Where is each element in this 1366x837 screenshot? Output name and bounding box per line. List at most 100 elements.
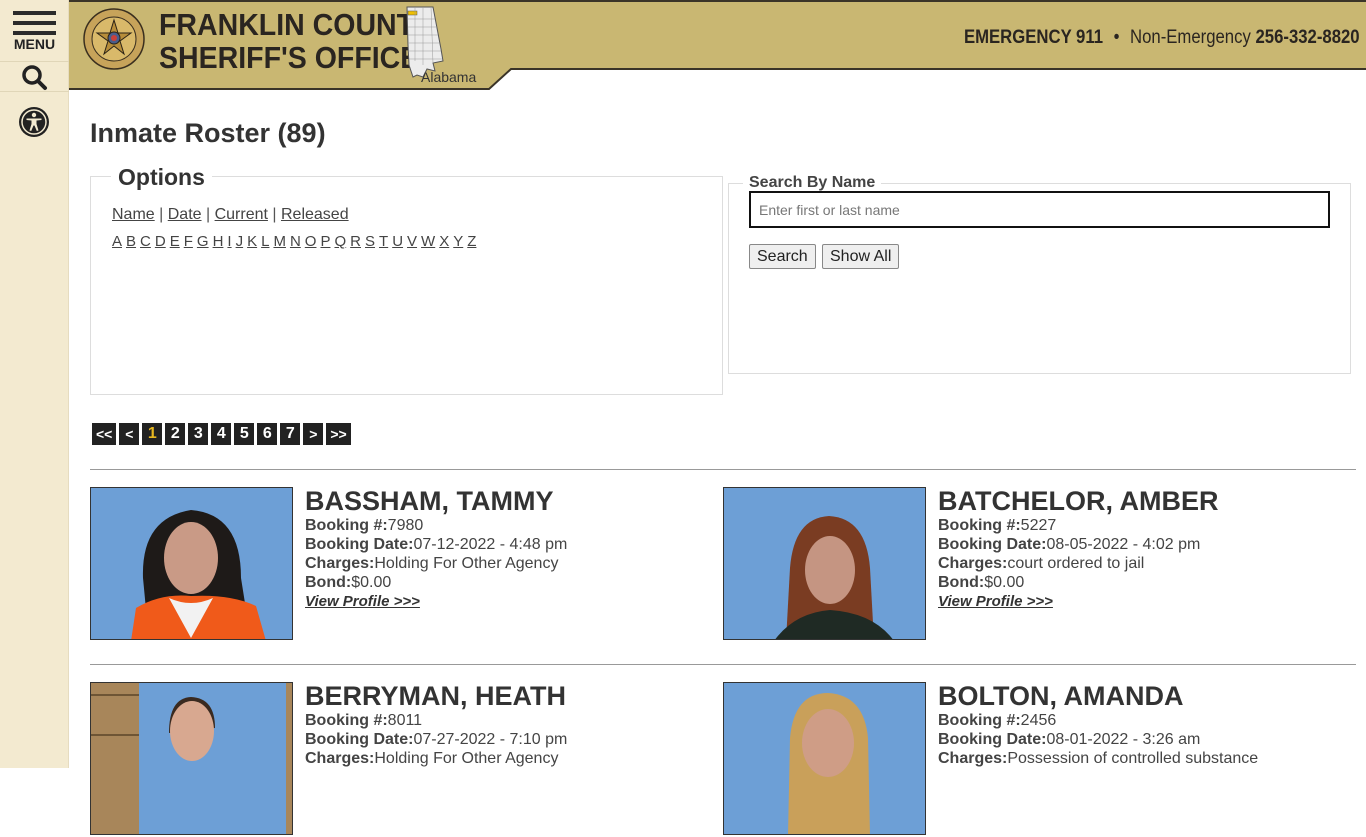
site-title-line1: FRANKLIN COUNTY: [159, 7, 434, 42]
charges-value: Possession of controlled substance: [1007, 750, 1259, 767]
page-button-2[interactable]: 2: [165, 423, 186, 445]
alpha-filter-z[interactable]: Z: [467, 233, 476, 250]
next-page-button[interactable]: >: [303, 423, 324, 445]
prev-page-button[interactable]: <: [119, 423, 140, 445]
inmate-card: BASSHAM, TAMMY Booking #:7980 Booking Da…: [90, 486, 710, 642]
inmate-name[interactable]: BASSHAM, TAMMY: [305, 486, 567, 516]
inmate-card: BATCHELOR, AMBER Booking #:5227 Booking …: [723, 486, 1343, 642]
emergency-number[interactable]: EMERGENCY 911: [964, 27, 1103, 48]
alpha-filter-p[interactable]: P: [320, 233, 330, 250]
inmate-photo[interactable]: [90, 487, 293, 640]
non-emergency-phone[interactable]: 256-332-8820: [1256, 27, 1360, 48]
last-page-button[interactable]: >>: [326, 423, 351, 445]
non-emergency-label: Non-Emergency: [1130, 27, 1252, 48]
page-button-4[interactable]: 4: [211, 423, 232, 445]
charges-label: Charges:: [938, 555, 1008, 572]
alabama-map-icon: [406, 6, 444, 78]
inmate-photo[interactable]: [90, 682, 293, 835]
bond-label: Bond:: [305, 574, 352, 591]
charges-label: Charges:: [938, 750, 1008, 767]
inmate-photo[interactable]: [723, 682, 926, 835]
view-profile-link[interactable]: View Profile >>>: [938, 592, 1218, 611]
bond-label: Bond:: [938, 574, 985, 591]
alpha-filter-g[interactable]: G: [197, 233, 209, 250]
booking-date: Booking Date:07-27-2022 - 7:10 pm: [305, 730, 567, 749]
inmate-name[interactable]: BERRYMAN, HEATH: [305, 681, 567, 711]
search-button[interactable]: Search: [749, 244, 816, 269]
filter-released-link[interactable]: Released: [281, 206, 349, 223]
alpha-filter-f[interactable]: F: [184, 233, 193, 250]
alpha-filter-c[interactable]: C: [140, 233, 151, 250]
alpha-filter-o[interactable]: O: [305, 233, 317, 250]
inmate-info: BATCHELOR, AMBER Booking #:5227 Booking …: [938, 486, 1218, 611]
sheriff-seal-logo: [83, 8, 145, 70]
menu-button[interactable]: MENU: [0, 0, 69, 62]
page-button-6[interactable]: 6: [257, 423, 278, 445]
charges: Charges:Possession of controlled substan…: [938, 749, 1258, 768]
booking-number-value: 7980: [387, 517, 424, 534]
alpha-filter-h[interactable]: H: [213, 233, 224, 250]
divider: [90, 664, 1356, 665]
sort-by-name-link[interactable]: Name: [112, 206, 155, 223]
alpha-filter-y[interactable]: Y: [453, 233, 463, 250]
booking-number-value: 5227: [1020, 517, 1057, 534]
view-profile-link[interactable]: View Profile >>>: [305, 592, 567, 611]
inmate-card: BOLTON, AMANDA Booking #:2456 Booking Da…: [723, 681, 1343, 837]
charges: Charges:Holding For Other Agency: [305, 554, 567, 573]
inmate-photo[interactable]: [723, 487, 926, 640]
alpha-filter-a[interactable]: A: [112, 233, 122, 250]
menu-label: MENU: [13, 36, 56, 52]
page-button-1[interactable]: 1: [142, 423, 163, 445]
booking-number-value: 8011: [387, 712, 423, 729]
booking-date: Booking Date:07-12-2022 - 4:48 pm: [305, 535, 567, 554]
alpha-filter-b[interactable]: B: [126, 233, 136, 250]
inmate-info: BOLTON, AMANDA Booking #:2456 Booking Da…: [938, 681, 1258, 768]
bond-value: $0.00: [351, 574, 392, 591]
search-button[interactable]: [0, 62, 69, 92]
alpha-filter-u[interactable]: U: [392, 233, 403, 250]
filter-current-link[interactable]: Current: [215, 206, 268, 223]
contact-info: EMERGENCY 911 • Non-Emergency 256-332-8820: [964, 27, 1360, 49]
alpha-filter-w[interactable]: W: [421, 233, 435, 250]
alpha-filter-s[interactable]: S: [365, 233, 375, 250]
alpha-filter-e[interactable]: E: [170, 233, 180, 250]
page-button-3[interactable]: 3: [188, 423, 209, 445]
alpha-filter-d[interactable]: D: [155, 233, 166, 250]
booking-number-value: 2456: [1020, 712, 1057, 729]
first-page-button[interactable]: <<: [92, 423, 117, 445]
inmate-name[interactable]: BOLTON, AMANDA: [938, 681, 1258, 711]
sort-links: Name | Date | Current | Released: [112, 206, 349, 223]
show-all-button[interactable]: Show All: [822, 244, 900, 269]
charges-value: court ordered to jail: [1007, 555, 1145, 572]
alpha-filter-i[interactable]: I: [227, 233, 231, 250]
accessibility-button[interactable]: [18, 106, 50, 138]
site-title-line2: SHERIFF'S OFFICE: [159, 40, 420, 75]
booking-date: Booking Date:08-01-2022 - 3:26 am: [938, 730, 1258, 749]
booking-number-label: Booking #:: [938, 517, 1021, 534]
booking-number: Booking #:5227: [938, 516, 1218, 535]
alpha-filter-l[interactable]: L: [261, 233, 269, 250]
name-search-input[interactable]: [749, 191, 1330, 228]
site-title[interactable]: FRANKLIN COUNTY SHERIFF'S OFFICE: [159, 8, 433, 74]
booking-number-label: Booking #:: [305, 517, 388, 534]
alpha-filter-k[interactable]: K: [247, 233, 257, 250]
inmate-name[interactable]: BATCHELOR, AMBER: [938, 486, 1218, 516]
alpha-filter-v[interactable]: V: [407, 233, 417, 250]
alpha-filter-t[interactable]: T: [379, 233, 388, 250]
alpha-filter-j[interactable]: J: [236, 233, 244, 250]
alpha-filter-n[interactable]: N: [290, 233, 301, 250]
charges-label: Charges:: [305, 750, 375, 767]
sort-by-date-link[interactable]: Date: [168, 206, 202, 223]
alpha-filter-m[interactable]: M: [273, 233, 286, 250]
hamburger-icon: [13, 11, 56, 15]
alpha-filter-r[interactable]: R: [350, 233, 361, 250]
booking-number: Booking #:8011: [305, 711, 567, 730]
bond: Bond:$0.00: [938, 573, 1218, 592]
page-button-7[interactable]: 7: [280, 423, 301, 445]
site-header: FRANKLIN COUNTY SHERIFF'S OFFICE Alabama…: [69, 0, 1366, 90]
inmate-info: BERRYMAN, HEATH Booking #:8011 Booking D…: [305, 681, 567, 768]
page-button-5[interactable]: 5: [234, 423, 255, 445]
alpha-filter-q[interactable]: Q: [334, 233, 346, 250]
search-icon: [22, 65, 47, 90]
alpha-filter-x[interactable]: X: [439, 233, 449, 250]
